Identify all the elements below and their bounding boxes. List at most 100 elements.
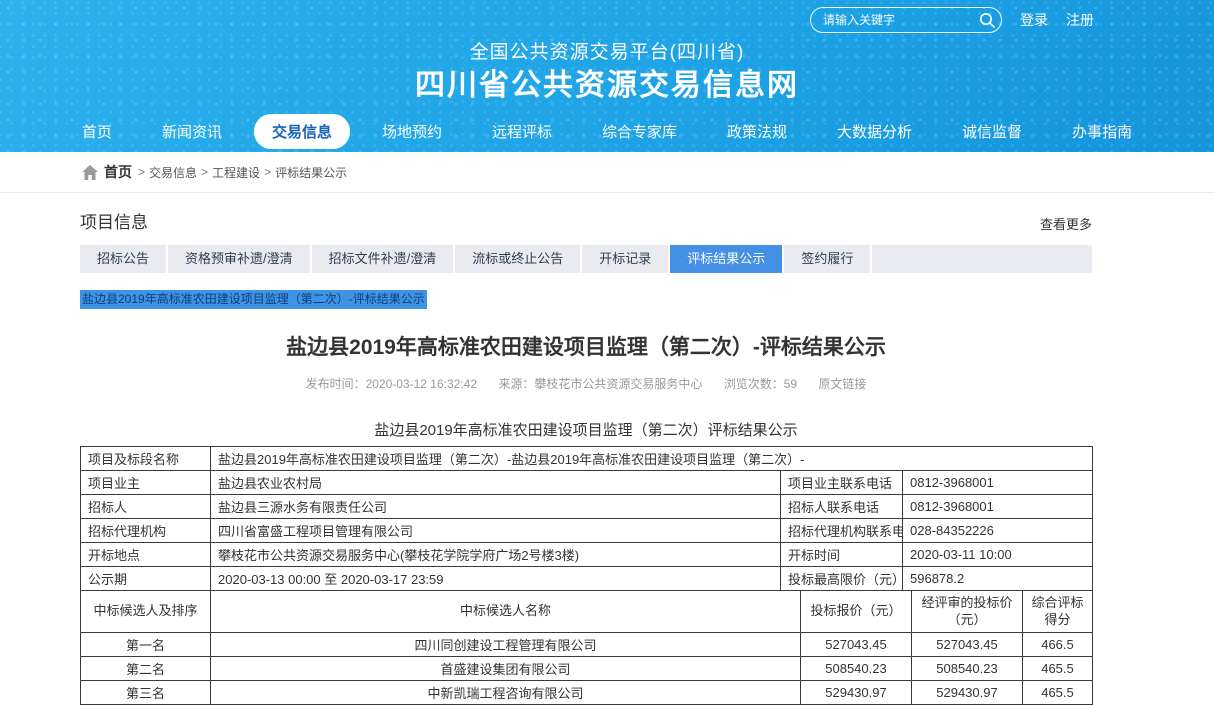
article-meta: 发布时间：2020-03-12 16:32:42 来源：攀枝花市公共资源交易服务… [80, 375, 1092, 392]
table-row: 项目业主 盐边县农业农村局 项目业主联系电话 0812-3968001 [81, 471, 1093, 495]
breadcrumb-result-publicity[interactable]: 评标结果公示 [275, 164, 347, 181]
breadcrumb-separator: > [264, 165, 271, 179]
table-row: 第一名 四川同创建设工程管理有限公司 527043.45 527043.45 4… [81, 633, 1093, 657]
info-label: 招标代理机构 [81, 519, 211, 543]
nav-item-big-data[interactable]: 大数据分析 [819, 114, 930, 149]
candidate-score: 465.5 [1023, 657, 1093, 681]
section-head: 项目信息 查看更多 [80, 208, 1092, 233]
site-super-title: 全国公共资源交易平台(四川省) [0, 41, 1214, 65]
col-header-score: 综合评标得分 [1023, 591, 1093, 633]
col-header-rank: 中标候选人及排序 [81, 591, 211, 633]
info-value: 0812-3968001 [903, 495, 1093, 519]
info-value: 四川省富盛工程项目管理有限公司 [211, 519, 781, 543]
tab-prequalification-addendum[interactable]: 资格预审补遗/澄清 [168, 245, 312, 273]
project-info-table: 项目及标段名称 盐边县2019年高标准农田建设项目监理（第二次）-盐边县2019… [80, 446, 1093, 591]
result-table-title: 盐边县2019年高标准农田建设项目监理（第二次）评标结果公示 [80, 419, 1092, 440]
nav-item-news[interactable]: 新闻资讯 [144, 114, 240, 149]
info-label: 项目及标段名称 [81, 447, 211, 471]
search-icon[interactable] [978, 11, 996, 29]
site-titles: 全国公共资源交易平台(四川省) 四川省公共资源交易信息网 [0, 41, 1214, 104]
breadcrumb-engineering[interactable]: 工程建设 [212, 164, 260, 181]
breadcrumb-trade-info[interactable]: 交易信息 [149, 164, 197, 181]
breadcrumb: 首页 > 交易信息 > 工程建设 > 评标结果公示 [0, 152, 1214, 193]
header-top-bar: 登录 注册 [0, 0, 1214, 33]
view-more-link[interactable]: 查看更多 [1040, 214, 1092, 233]
info-value: 盐边县农业农村局 [211, 471, 781, 495]
section-title: 项目信息 [80, 208, 148, 233]
site-header: 登录 注册 全国公共资源交易平台(四川省) 四川省公共资源交易信息网 首页 新闻… [0, 0, 1214, 152]
candidate-rank: 第二名 [81, 657, 211, 681]
table-row: 第三名 中新凯瑞工程咨询有限公司 529430.97 529430.97 465… [81, 681, 1093, 705]
table-header-row: 中标候选人及排序 中标候选人名称 投标报价（元） 经评审的投标价（元） 综合评标… [81, 591, 1093, 633]
table-row: 招标代理机构 四川省富盛工程项目管理有限公司 招标代理机构联系电话 028-84… [81, 519, 1093, 543]
candidate-bid-price: 527043.45 [801, 633, 912, 657]
candidate-score: 465.5 [1023, 681, 1093, 705]
info-value: 盐边县2019年高标准农田建设项目监理（第二次）-盐边县2019年高标准农田建设… [211, 447, 1093, 471]
tab-bid-opening-record[interactable]: 开标记录 [582, 245, 670, 273]
tab-tender-doc-addendum[interactable]: 招标文件补遗/澄清 [312, 245, 456, 273]
info-label: 投标最高限价（元） [781, 567, 903, 591]
publish-time: 发布时间：2020-03-12 16:32:42 [306, 377, 477, 391]
source: 来源：攀枝花市公共资源交易服务中心 [498, 377, 702, 391]
candidate-bid-price: 529430.97 [801, 681, 912, 705]
original-link[interactable]: 原文链接 [818, 377, 866, 391]
candidate-rank: 第一名 [81, 633, 211, 657]
result-item-link-selected[interactable]: 盐边县2019年高标准农田建设项目监理（第二次）-评标结果公示 [80, 290, 427, 309]
col-header-evaluated-price: 经评审的投标价（元） [912, 591, 1023, 633]
col-header-bid-price: 投标报价（元） [801, 591, 912, 633]
nav-item-trade-info[interactable]: 交易信息 [254, 114, 350, 149]
candidate-evaluated-price: 527043.45 [912, 633, 1023, 657]
info-value: 2020-03-11 10:00 [903, 543, 1093, 567]
nav-item-remote-evaluation[interactable]: 远程评标 [474, 114, 570, 149]
info-value: 2020-03-13 00:00 至 2020-03-17 23:59 [211, 567, 781, 591]
table-row: 第二名 首盛建设集团有限公司 508540.23 508540.23 465.5 [81, 657, 1093, 681]
candidate-rank: 第三名 [81, 681, 211, 705]
search-box[interactable] [810, 7, 1002, 33]
candidate-bid-price: 508540.23 [801, 657, 912, 681]
info-label: 公示期 [81, 567, 211, 591]
content-container: 项目信息 查看更多 招标公告 资格预审补遗/澄清 招标文件补遗/澄清 流标或终止… [80, 208, 1092, 705]
candidate-score: 466.5 [1023, 633, 1093, 657]
info-label: 项目业主联系电话 [781, 471, 903, 495]
nav-item-expert-pool[interactable]: 综合专家库 [584, 114, 695, 149]
info-label: 开标地点 [81, 543, 211, 567]
login-link[interactable]: 登录 [1020, 10, 1048, 30]
nav-item-guide[interactable]: 办事指南 [1054, 114, 1150, 149]
candidates-table: 中标候选人及排序 中标候选人名称 投标报价（元） 经评审的投标价（元） 综合评标… [80, 590, 1093, 705]
table-row: 项目及标段名称 盐边县2019年高标准农田建设项目监理（第二次）-盐边县2019… [81, 447, 1093, 471]
col-header-name: 中标候选人名称 [211, 591, 801, 633]
article-title: 盐边县2019年高标准农田建设项目监理（第二次）-评标结果公示 [80, 331, 1092, 361]
tab-failed-terminated[interactable]: 流标或终止公告 [455, 245, 582, 273]
breadcrumb-home[interactable]: 首页 [104, 162, 132, 182]
home-icon[interactable] [82, 165, 98, 180]
info-label: 开标时间 [781, 543, 903, 567]
candidate-name: 中新凯瑞工程咨询有限公司 [211, 681, 801, 705]
nav-item-policies[interactable]: 政策法规 [709, 114, 805, 149]
breadcrumb-separator: > [138, 165, 145, 179]
table-row: 招标人 盐边县三源水务有限责任公司 招标人联系电话 0812-3968001 [81, 495, 1093, 519]
info-label: 招标人联系电话 [781, 495, 903, 519]
view-count: 浏览次数：59 [724, 377, 797, 391]
info-value: 盐边县三源水务有限责任公司 [211, 495, 781, 519]
register-link[interactable]: 注册 [1066, 10, 1094, 30]
info-label: 招标代理机构联系电话 [781, 519, 903, 543]
candidate-evaluated-price: 529430.97 [912, 681, 1023, 705]
info-label: 项目业主 [81, 471, 211, 495]
nav-item-venue-booking[interactable]: 场地预约 [364, 114, 460, 149]
breadcrumb-separator: > [201, 165, 208, 179]
candidate-name: 首盛建设集团有限公司 [211, 657, 801, 681]
info-value: 攀枝花市公共资源交易服务中心(攀枝花学院学府广场2号楼3楼) [211, 543, 781, 567]
table-row: 开标地点 攀枝花市公共资源交易服务中心(攀枝花学院学府广场2号楼3楼) 开标时间… [81, 543, 1093, 567]
info-value: 0812-3968001 [903, 471, 1093, 495]
candidate-name: 四川同创建设工程管理有限公司 [211, 633, 801, 657]
tab-contract-performance[interactable]: 签约履行 [784, 245, 872, 273]
tab-evaluation-result[interactable]: 评标结果公示 [670, 245, 784, 273]
tab-tender-announcement[interactable]: 招标公告 [80, 245, 168, 273]
info-label: 招标人 [81, 495, 211, 519]
nav-item-home[interactable]: 首页 [64, 114, 130, 149]
nav-item-integrity[interactable]: 诚信监督 [944, 114, 1040, 149]
search-input[interactable] [823, 13, 978, 27]
site-main-title: 四川省公共资源交易信息网 [0, 67, 1214, 105]
candidate-evaluated-price: 508540.23 [912, 657, 1023, 681]
info-value: 028-84352226 [903, 519, 1093, 543]
